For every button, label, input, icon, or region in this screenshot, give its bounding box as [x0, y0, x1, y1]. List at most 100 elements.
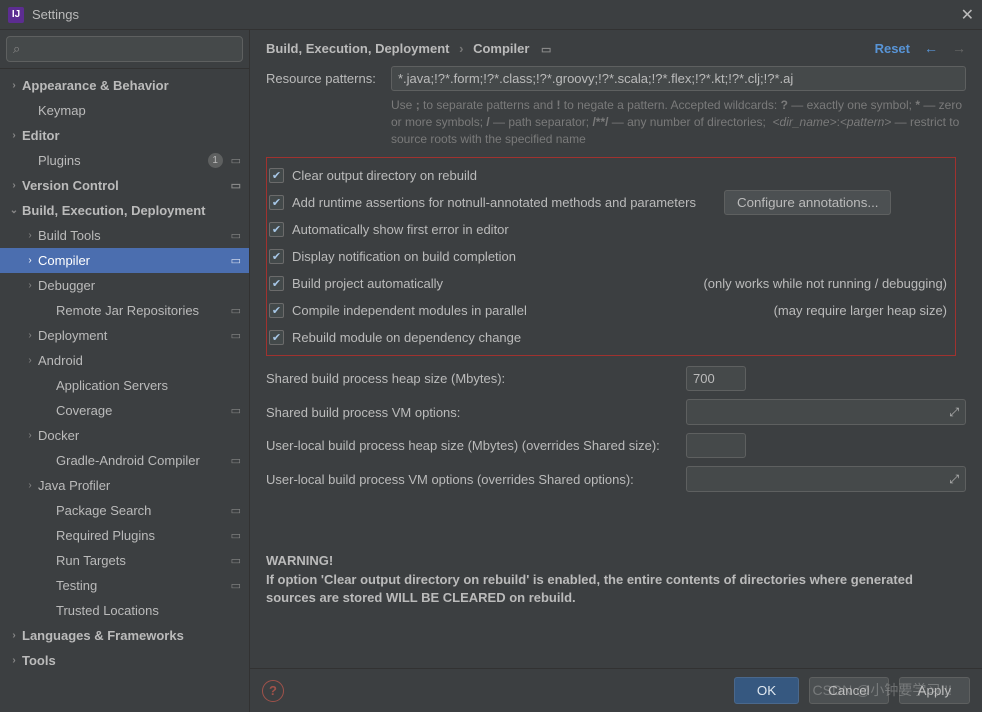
sidebar-item-application-servers[interactable]: Application Servers	[0, 373, 249, 398]
user-heap-label: User-local build process heap size (Mbyt…	[266, 438, 686, 453]
sidebar-item-docker[interactable]: ›Docker	[0, 423, 249, 448]
sidebar-item-trusted-locations[interactable]: Trusted Locations	[0, 598, 249, 623]
nav-back-icon[interactable]: ←	[924, 40, 938, 56]
sidebar-item-label: Tools	[22, 653, 241, 668]
apply-button[interactable]: Apply	[899, 677, 970, 704]
chevron-icon: ›	[6, 630, 22, 641]
chevron-icon: ›	[6, 80, 22, 91]
checkbox-label: Clear output directory on rebuild	[292, 168, 477, 183]
button-bar: ? OK Cancel Apply	[250, 668, 982, 712]
shared-vm-label: Shared build process VM options:	[266, 405, 686, 420]
checkbox[interactable]	[269, 195, 284, 210]
sidebar-item-coverage[interactable]: Coverage▭	[0, 398, 249, 423]
shared-vm-input[interactable]: ⤢	[686, 399, 966, 425]
checkbox[interactable]	[269, 168, 284, 183]
checkbox-label: Build project automatically	[292, 276, 443, 291]
checkbox[interactable]	[269, 303, 284, 318]
sidebar-item-label: Docker	[38, 428, 241, 443]
chevron-icon: ›	[6, 655, 22, 666]
sidebar-item-label: Appearance & Behavior	[22, 78, 241, 93]
sidebar-item-label: Package Search	[56, 503, 227, 518]
breadcrumb-root[interactable]: Build, Execution, Deployment	[266, 41, 449, 56]
checkbox-label: Rebuild module on dependency change	[292, 330, 521, 345]
sidebar-item-tools[interactable]: ›Tools	[0, 648, 249, 673]
checkbox-note: (only works while not running / debuggin…	[703, 276, 955, 291]
scope-icon: ▭	[231, 554, 241, 567]
compiler-checkboxes: Clear output directory on rebuild Add run…	[266, 157, 956, 356]
sidebar-item-package-search[interactable]: Package Search ▭	[0, 498, 249, 523]
close-icon[interactable]: ✕	[961, 5, 974, 25]
resource-patterns-input[interactable]	[391, 66, 966, 91]
help-icon[interactable]: ?	[262, 680, 284, 702]
scope-icon: ▭	[231, 529, 241, 542]
sidebar-item-label: Gradle-Android Compiler	[56, 453, 227, 468]
shared-heap-input[interactable]	[686, 366, 746, 391]
expand-icon[interactable]: ⤢	[949, 405, 959, 420]
sidebar-item-plugins[interactable]: Plugins1▭	[0, 148, 249, 173]
scope-icon: ▭	[231, 579, 241, 592]
scope-icon: ▭	[231, 304, 241, 317]
sidebar-item-build-tools[interactable]: ›Build Tools▭	[0, 223, 249, 248]
sidebar-item-build-execution-deployment[interactable]: ⌄Build, Execution, Deployment	[0, 198, 249, 223]
reset-link[interactable]: Reset	[875, 41, 910, 56]
chevron-icon: ›	[22, 480, 38, 491]
checkbox[interactable]	[269, 249, 284, 264]
check-row: Clear output directory on rebuild	[269, 162, 955, 189]
sidebar-item-editor[interactable]: ›Editor	[0, 123, 249, 148]
sidebar-item-appearance-behavior[interactable]: ›Appearance & Behavior	[0, 73, 249, 98]
check-row: Add runtime assertions for notnull-annot…	[269, 189, 955, 216]
scope-icon: ▭	[231, 404, 241, 417]
configure-annotations-button[interactable]: Configure annotations...	[724, 190, 892, 215]
sidebar-item-version-control[interactable]: ›Version Control▭	[0, 173, 249, 198]
sidebar: ⌕ ›Appearance & BehaviorKeymap›EditorPlu…	[0, 30, 250, 712]
warning-body: If option 'Clear output directory on reb…	[266, 571, 966, 607]
scope-icon: ▭	[231, 504, 241, 517]
checkbox[interactable]	[269, 276, 284, 291]
expand-icon[interactable]: ⤢	[949, 472, 959, 487]
sidebar-item-label: Editor	[22, 128, 241, 143]
check-row: Build project automatically (only works w…	[269, 270, 955, 297]
breadcrumb-leaf: Compiler	[473, 41, 529, 56]
warning-block: WARNING! If option 'Clear output directo…	[266, 552, 966, 607]
sidebar-item-label: Plugins	[38, 153, 208, 168]
sidebar-item-required-plugins[interactable]: Required Plugins▭	[0, 523, 249, 548]
search-input[interactable]: ⌕	[6, 36, 243, 62]
check-row: Compile independent modules in parallel(…	[269, 297, 955, 324]
sidebar-item-gradle-android-compiler[interactable]: Gradle-Android Compiler▭	[0, 448, 249, 473]
chevron-icon: ›	[22, 230, 38, 241]
cancel-button[interactable]: Cancel	[809, 677, 889, 704]
window-title: Settings	[32, 7, 79, 22]
search-icon: ⌕	[13, 41, 20, 57]
app-icon: IJ	[8, 7, 24, 23]
resource-patterns-hint: Use ; to separate patterns and ! to nega…	[391, 97, 966, 147]
user-vm-input[interactable]: ⤢	[686, 466, 966, 492]
breadcrumb: Build, Execution, Deployment › Compiler …	[266, 41, 551, 56]
sidebar-item-android[interactable]: ›Android	[0, 348, 249, 373]
user-heap-input[interactable]	[686, 433, 746, 458]
sidebar-item-debugger[interactable]: ›Debugger	[0, 273, 249, 298]
checkbox[interactable]	[269, 222, 284, 237]
sidebar-item-remote-jar-repositories[interactable]: Remote Jar Repositories ▭	[0, 298, 249, 323]
chevron-icon: ›	[22, 280, 38, 291]
sidebar-item-run-targets[interactable]: Run Targets▭	[0, 548, 249, 573]
ok-button[interactable]: OK	[734, 677, 799, 704]
check-row: Display notification on build completion	[269, 243, 955, 270]
checkbox-note: (may require larger heap size)	[774, 303, 955, 318]
sidebar-item-java-profiler[interactable]: ›Java Profiler	[0, 473, 249, 498]
sidebar-item-keymap[interactable]: Keymap	[0, 98, 249, 123]
sidebar-item-languages-frameworks[interactable]: ›Languages & Frameworks	[0, 623, 249, 648]
sidebar-item-deployment[interactable]: ›Deployment▭	[0, 323, 249, 348]
breadcrumb-sep: ›	[459, 41, 463, 56]
badge: 1	[208, 153, 223, 168]
warning-title: WARNING!	[266, 552, 966, 570]
nav-forward-icon: →	[952, 40, 966, 56]
sidebar-item-label: Version Control	[22, 178, 227, 193]
checkbox-label: Display notification on build completion	[292, 249, 516, 264]
titlebar: IJ Settings ✕	[0, 0, 982, 30]
sidebar-item-label: Build Tools	[38, 228, 227, 243]
sidebar-item-testing[interactable]: Testing▭	[0, 573, 249, 598]
checkbox[interactable]	[269, 330, 284, 345]
chevron-icon: ›	[22, 330, 38, 341]
sidebar-item-label: Remote Jar Repositories	[56, 303, 227, 318]
sidebar-item-compiler[interactable]: ›Compiler▭	[0, 248, 249, 273]
